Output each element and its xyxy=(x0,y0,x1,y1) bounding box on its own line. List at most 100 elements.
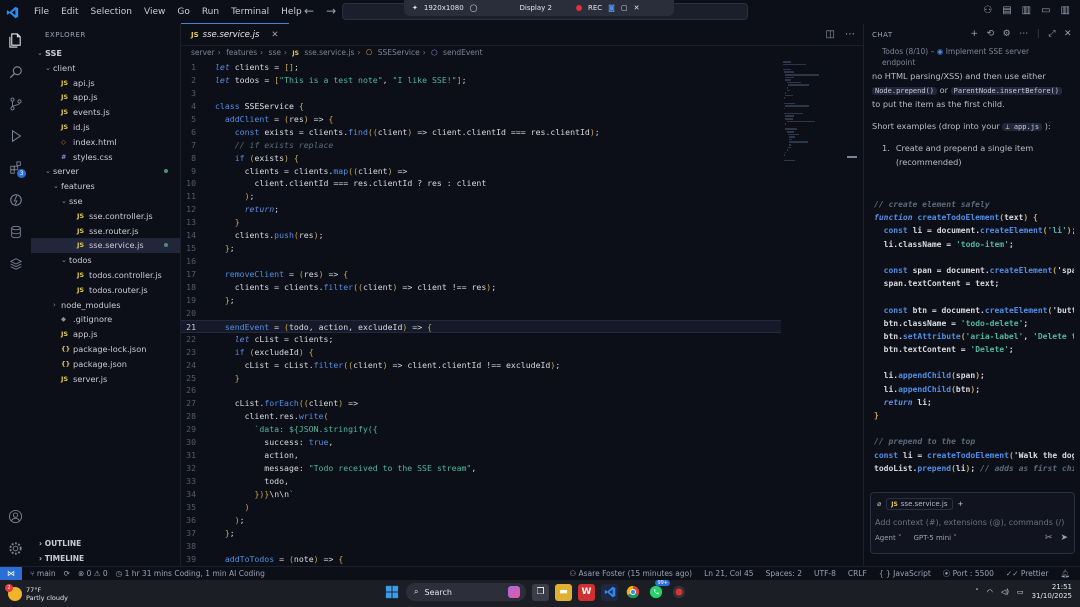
tree-item[interactable]: ◆ .gitignore xyxy=(31,312,180,327)
display-label[interactable]: Display 2 xyxy=(520,4,552,12)
send-icon[interactable]: ➤ xyxy=(1060,533,1068,543)
weather-widget[interactable]: 2 77°F Partly cloudy xyxy=(0,583,68,602)
context-file-chip[interactable]: JS sse.service.js xyxy=(886,498,953,510)
breadcrumb-item[interactable]: SSEService xyxy=(378,48,420,57)
tree-item[interactable]: ⌄ todos xyxy=(31,253,180,268)
code-line[interactable]: 2 let todos = ["This is a test note", "I … xyxy=(181,74,781,87)
search-icon[interactable] xyxy=(0,56,31,88)
timeline-section[interactable]: › TIMELINE xyxy=(31,551,181,566)
tree-item[interactable]: JS sse.controller.js xyxy=(31,209,180,224)
new-chat-icon[interactable]: + xyxy=(971,29,979,39)
menu-selection[interactable]: Selection xyxy=(85,0,138,24)
database-icon[interactable] xyxy=(0,216,31,248)
breadcrumb-item[interactable]: features xyxy=(226,48,257,57)
encoding[interactable]: UTF-8 xyxy=(814,567,836,581)
menu-edit[interactable]: Edit xyxy=(55,0,84,24)
pin-icon[interactable]: ✦ xyxy=(412,4,418,12)
breadcrumb-item[interactable]: sendEvent xyxy=(443,48,483,57)
menu-terminal[interactable]: Terminal xyxy=(225,0,275,24)
code-line[interactable]: 6 const exists = clients.find((client) =… xyxy=(181,126,781,139)
code-line[interactable]: 16 xyxy=(181,255,781,268)
code-line[interactable]: 1 let clients = []; xyxy=(181,61,781,74)
agent-mode-select[interactable]: Agent ˅ xyxy=(875,534,901,542)
chat-input-box[interactable]: ⌀ JS sse.service.js + Add context (#), ex… xyxy=(870,492,1075,554)
settings-gear-icon[interactable]: ⚙ xyxy=(1003,29,1012,39)
copilot-icon[interactable]: ⚇ xyxy=(983,5,992,16)
add-context-icon[interactable]: + xyxy=(958,500,964,508)
code-line[interactable]: 32 message: "Todo received to the SSE st… xyxy=(181,462,781,475)
clock[interactable]: 21:51 31/10/2025 xyxy=(1032,583,1072,601)
code-line[interactable]: 10 client.clientId === res.clientId ? re… xyxy=(181,177,781,190)
tree-item[interactable]: JS id.js xyxy=(31,120,180,135)
sync-icon[interactable]: ⟳ xyxy=(64,569,70,578)
camera-icon[interactable]: ◙ xyxy=(608,4,615,12)
split-editor-icon[interactable]: ◫ xyxy=(826,29,835,40)
todos-progress[interactable]: Todos (8/10) – ◉ Implement SSE server xyxy=(864,46,1080,58)
code-line[interactable]: 22 let cList = clients; xyxy=(181,333,781,346)
code-line[interactable]: 33 todo, xyxy=(181,475,781,488)
tools-icon[interactable]: ✂ xyxy=(1045,533,1053,543)
menu-go[interactable]: Go xyxy=(171,0,195,24)
code-line[interactable]: 29 `data: ${JSON.stringify({ xyxy=(181,423,781,436)
prettier-status[interactable]: ✓✓ Prettier xyxy=(1006,567,1049,581)
pause-icon[interactable]: ◯ xyxy=(470,4,478,12)
run-debug-icon[interactable] xyxy=(0,120,31,152)
account-icon[interactable] xyxy=(0,500,31,532)
task-view-icon[interactable]: ❐ xyxy=(532,583,549,601)
code-line[interactable]: 20 xyxy=(181,307,781,320)
windows-start-icon[interactable] xyxy=(383,584,400,601)
tree-item[interactable]: ◇ index.html xyxy=(31,135,180,150)
branch-indicator[interactable]: ⑂ main xyxy=(30,569,56,578)
code-line[interactable]: 3 xyxy=(181,87,781,100)
tree-item[interactable]: ⌄ client xyxy=(31,61,180,76)
code-line[interactable]: 18 clients = clients.filter((client) => … xyxy=(181,281,781,294)
whatsapp-icon[interactable]: 99+ xyxy=(647,579,670,601)
tree-item[interactable]: {} package-lock.json xyxy=(31,342,180,357)
outline-section[interactable]: › OUTLINE xyxy=(31,536,181,551)
maximize-icon[interactable]: ⤢ xyxy=(1048,29,1056,39)
code-line[interactable]: 17 removeClient = (res) => { xyxy=(181,268,781,281)
code-line[interactable]: 28 client.res.write( xyxy=(181,410,781,423)
breadcrumb-item[interactable]: sse.service.js xyxy=(304,48,354,57)
code-line[interactable]: 31 action, xyxy=(181,449,781,462)
tree-item[interactable]: ⌄ features xyxy=(31,179,180,194)
menu-view[interactable]: View xyxy=(138,0,171,24)
code-line[interactable]: 13 } xyxy=(181,216,781,229)
code-line[interactable]: 35 ) xyxy=(181,501,781,514)
close-icon[interactable]: ✕ xyxy=(1064,29,1072,39)
battery-icon[interactable]: ▭ xyxy=(1017,588,1024,596)
source-control-icon[interactable] xyxy=(0,88,31,120)
close-recording-icon[interactable]: ✕ xyxy=(634,4,640,12)
close-tab-icon[interactable]: ✕ xyxy=(271,30,278,40)
wifi-icon[interactable]: ◠ xyxy=(987,588,993,596)
more-actions-icon[interactable]: ⋯ xyxy=(1019,29,1029,39)
tree-item[interactable]: JS sse.router.js xyxy=(31,224,180,239)
code-line[interactable]: 36 ); xyxy=(181,514,781,527)
toggle-sidebar-icon[interactable]: ▥ xyxy=(1022,5,1031,16)
tree-item[interactable]: ⌄ sse xyxy=(31,194,180,209)
code-line[interactable]: 8 if (exists) { xyxy=(181,152,781,165)
volume-icon[interactable]: ◁) xyxy=(1001,588,1009,596)
forward-arrow-icon[interactable]: → xyxy=(326,4,336,18)
toggle-secondary-icon[interactable]: ▥ xyxy=(1061,5,1070,16)
rec-label[interactable]: REC xyxy=(588,4,602,12)
menu-help[interactable]: Help xyxy=(275,0,308,24)
wps-office-icon[interactable]: W xyxy=(578,583,595,601)
code-line[interactable]: 24 cList = cList.filter((client) => clie… xyxy=(181,359,781,372)
tree-item[interactable]: JS todos.controller.js xyxy=(31,268,180,283)
menu-file[interactable]: File xyxy=(28,0,55,24)
live-server-port[interactable]: ⦿ Port : 5500 xyxy=(943,567,994,581)
code-line[interactable]: 26 xyxy=(181,384,781,397)
code-line[interactable]: 23 if (excludeId) { xyxy=(181,346,781,359)
menu-run[interactable]: Run xyxy=(196,0,225,24)
indentation[interactable]: Spaces: 2 xyxy=(766,567,802,581)
recorder-icon[interactable] xyxy=(670,584,687,601)
tree-item[interactable]: JS app.js xyxy=(31,90,180,105)
problems-indicator[interactable]: ⊗ 0 ⚠ 0 xyxy=(78,569,108,578)
line-ending[interactable]: CRLF xyxy=(848,567,867,581)
breadcrumb-item[interactable]: sse xyxy=(269,48,281,57)
remote-indicator-icon[interactable]: ⋈ xyxy=(0,566,22,581)
code-line[interactable]: 38 xyxy=(181,540,781,553)
tree-item[interactable]: JS api.js xyxy=(31,76,180,91)
code-line[interactable]: 39 addToTodos = (note) => { xyxy=(181,553,781,566)
